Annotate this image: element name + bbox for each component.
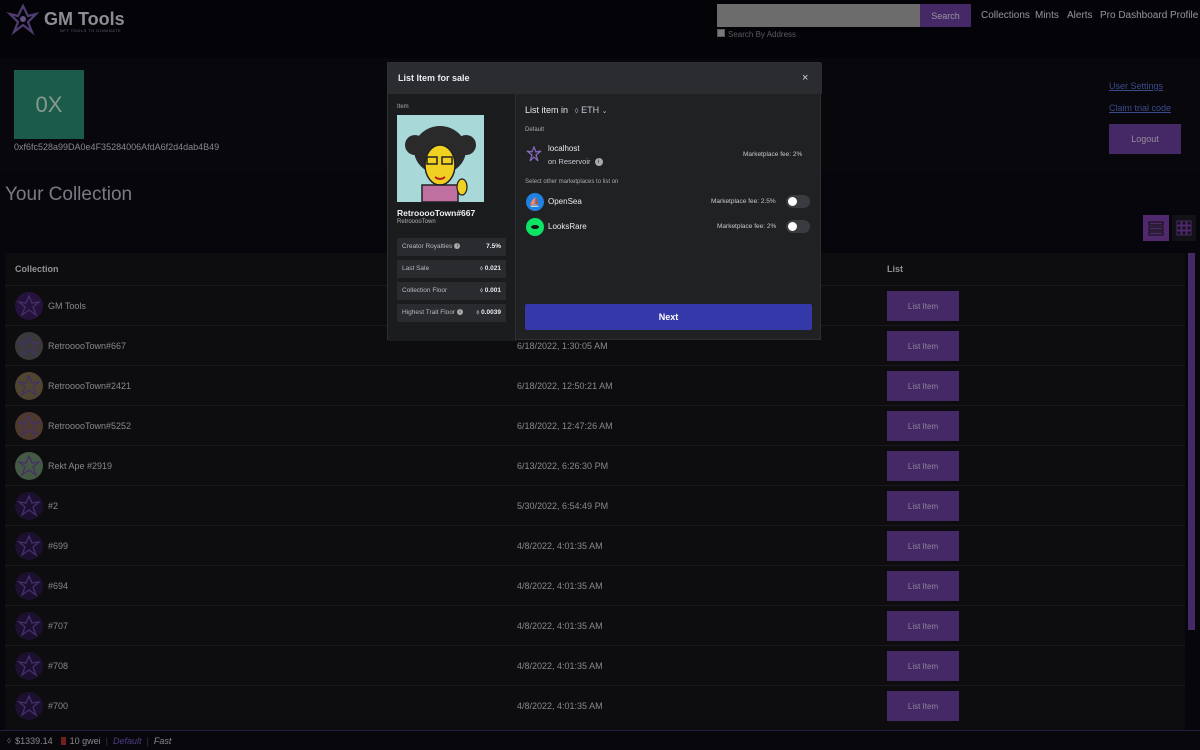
currency-label: ETH	[581, 105, 600, 115]
modal-title: List Item for sale	[398, 73, 470, 83]
next-button[interactable]: Next	[525, 304, 812, 330]
info-icon[interactable]: i	[594, 158, 603, 167]
stat-value: 0.001	[484, 287, 501, 294]
looksrare-logo-icon	[526, 218, 544, 236]
eth-icon: ⬨	[476, 309, 480, 316]
default-section-label: Default	[525, 127, 545, 133]
info-icon[interactable]: i	[457, 309, 464, 316]
item-label: Item	[397, 104, 409, 110]
eth-icon: ⬨	[574, 105, 579, 115]
stat-collection-floor: Collection Floor ⬨ 0.001	[397, 282, 506, 300]
stat-value: 7.5%	[486, 243, 501, 250]
eth-icon: ⬨	[479, 287, 483, 294]
eth-icon: ⬨	[479, 265, 483, 272]
nft-image	[397, 115, 484, 202]
currency-selector[interactable]: ⬨ ETH ⌄	[575, 105, 608, 115]
stat-label: Creator Royalties	[402, 243, 453, 250]
stat-highest-trait-floor: Highest Trait Floor i ⬨ 0.0039	[397, 304, 506, 322]
opensea-toggle[interactable]	[786, 195, 810, 208]
item-name: RetrooooTown#667	[397, 208, 476, 218]
list-in-row: List item in ⬨ ETH ⌄	[525, 105, 608, 116]
default-marketplace-sub: on Reservoir i	[548, 157, 603, 167]
reservoir-logo-icon	[526, 146, 542, 162]
opensea-fee: Marketplace fee: 2.5%	[711, 198, 776, 205]
stat-creator-royalties: Creator Royalties i 7.5%	[397, 238, 506, 256]
stat-label: Collection Floor	[402, 287, 448, 294]
other-marketplaces-label: Select other marketplaces to list on	[525, 179, 619, 185]
default-marketplace-name: localhost	[548, 144, 580, 153]
stat-last-sale: Last Sale ⬨ 0.021	[397, 260, 506, 278]
stat-label: Highest Trait Floor	[402, 309, 456, 316]
looksrare-name: LooksRare	[548, 222, 587, 231]
default-marketplace-fee: Marketplace fee: 2%	[743, 151, 803, 158]
opensea-name: OpenSea	[548, 197, 582, 206]
info-icon[interactable]: i	[454, 243, 461, 250]
close-icon[interactable]: ×	[802, 72, 808, 84]
looksrare-fee: Marketplace fee: 2%	[717, 223, 777, 230]
stat-value: 0.021	[484, 265, 501, 272]
list-item-modal: List Item for sale × Item RetrooooTown#6…	[387, 62, 822, 341]
chevron-down-icon: ⌄	[601, 108, 608, 115]
stat-value: 0.0039	[481, 309, 501, 316]
marketplace-sub-label: on Reservoir	[548, 157, 591, 166]
opensea-logo-icon: ⛵	[526, 193, 544, 211]
divider	[515, 94, 516, 341]
stat-label: Last Sale	[402, 265, 430, 272]
list-in-label: List item in	[525, 105, 569, 115]
looksrare-toggle[interactable]	[786, 220, 810, 233]
item-collection: RetrooooTown	[397, 219, 436, 225]
